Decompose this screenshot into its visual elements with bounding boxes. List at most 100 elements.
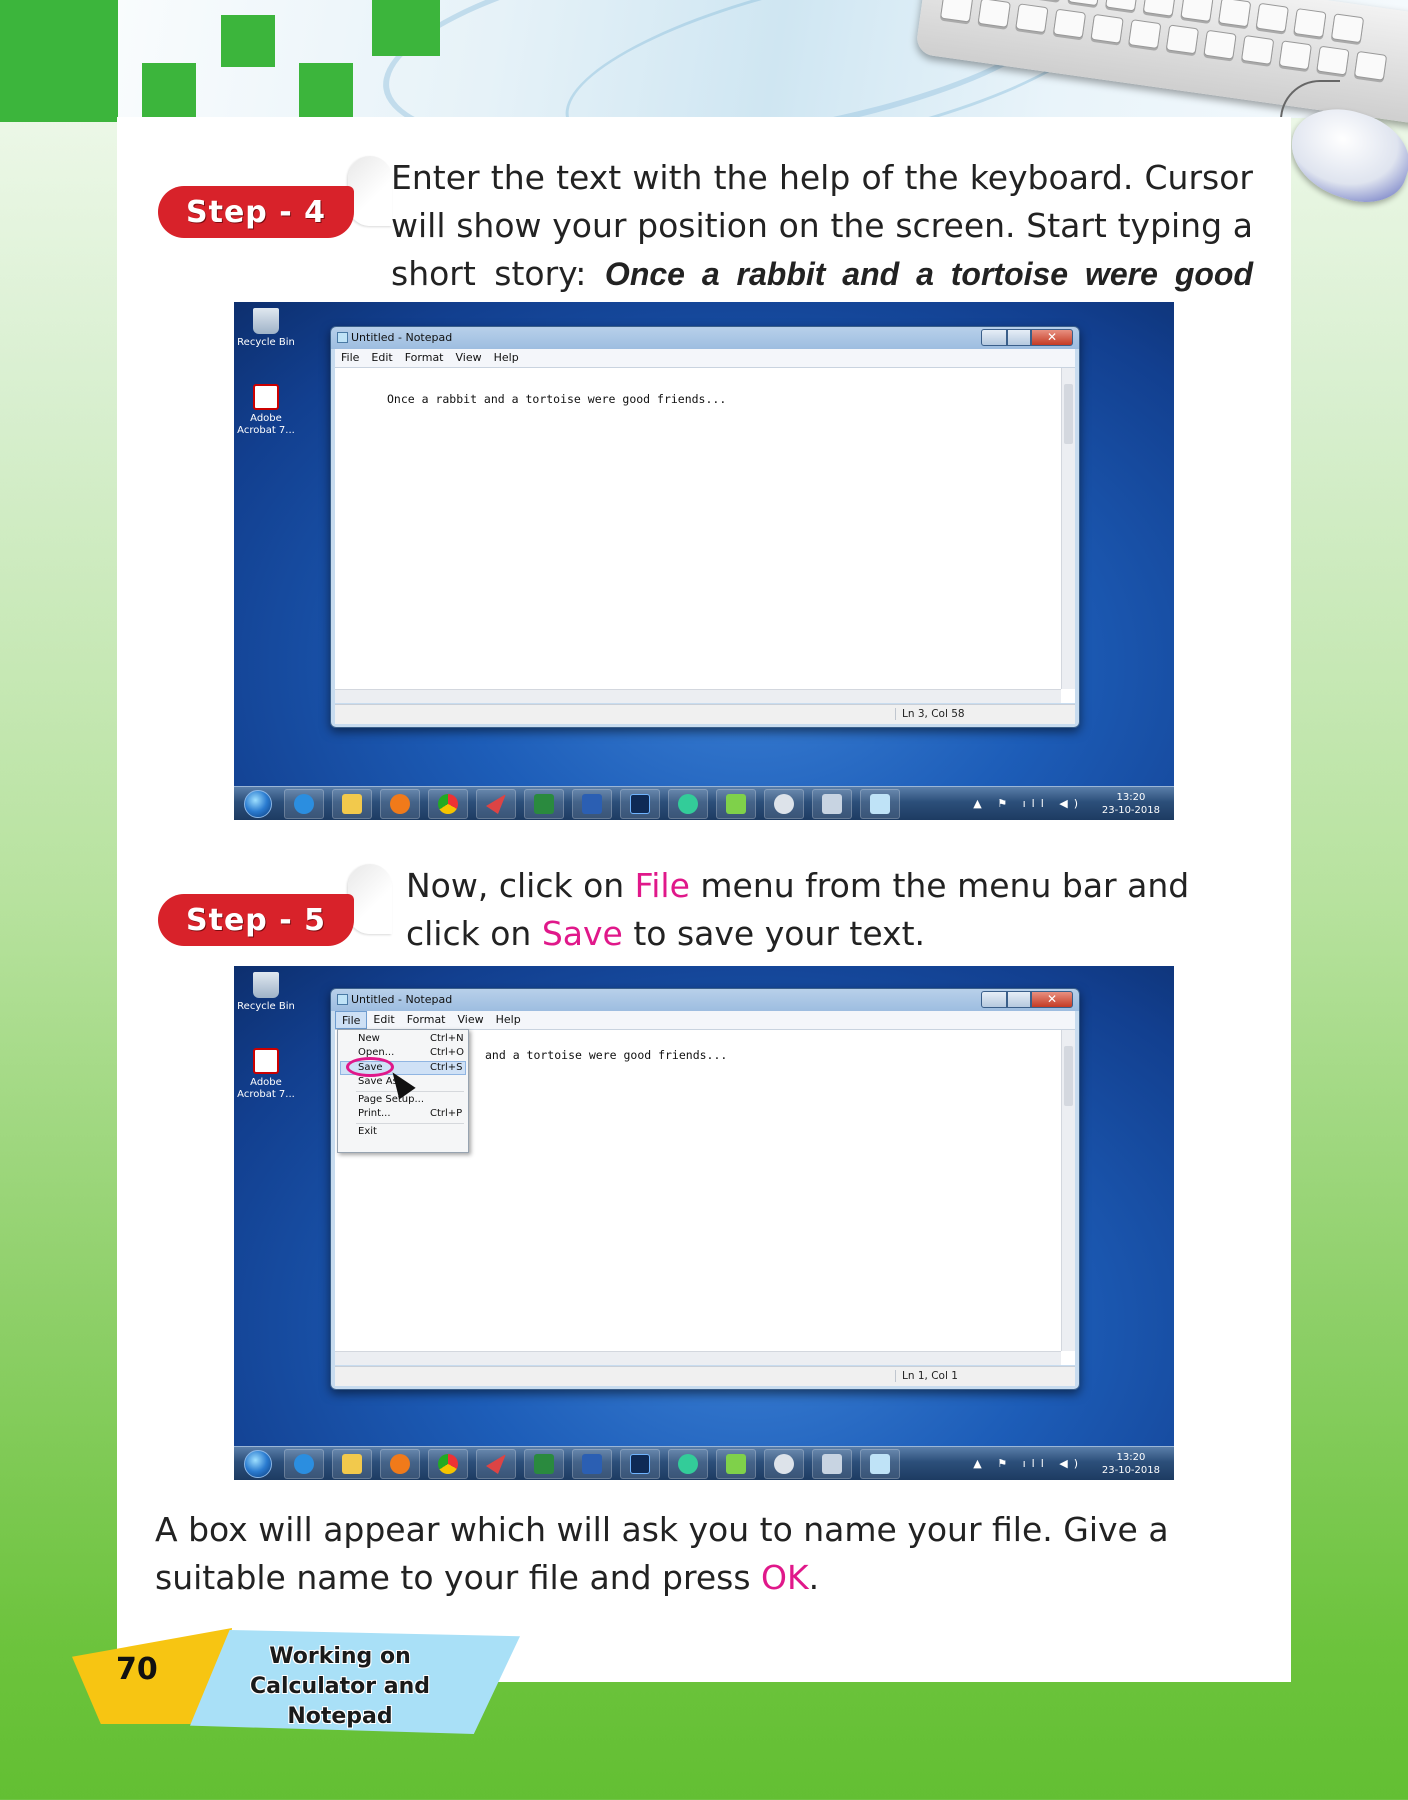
notepad-taskbar-icon[interactable] [860, 789, 900, 819]
green-corner-block [0, 0, 118, 122]
window-controls: ✕ [981, 991, 1073, 1008]
clock[interactable]: 13:20 23-10-2018 [1102, 791, 1160, 817]
window-controls: ✕ [981, 329, 1073, 346]
notepad-icon [337, 332, 348, 343]
notepad-window: Untitled - Notepad ✕ File Edit Format Vi… [330, 988, 1080, 1390]
chapter-title: Working on Calculator and Notepad [249, 1644, 431, 1729]
page-number: 70 [116, 1652, 158, 1687]
green-square-decoration [372, 0, 440, 56]
menu-item-page-setup[interactable]: Page Setup... [358, 1094, 460, 1108]
ie-icon[interactable] [284, 1449, 324, 1479]
adobe-acrobat-icon: Adobe Acrobat 7... [236, 1048, 296, 1101]
close-button[interactable]: ✕ [1031, 329, 1073, 346]
recycle-bin-icon: Recycle Bin [236, 308, 296, 349]
app-icon[interactable] [476, 789, 516, 819]
notepad-screenshot-file-menu: Recycle Bin Adobe Acrobat 7... Untitled … [234, 966, 1174, 1480]
ie-icon[interactable] [284, 789, 324, 819]
file-keyword: File [634, 866, 690, 905]
app-icon[interactable] [764, 1449, 804, 1479]
menu-separator [356, 1123, 464, 1124]
menu-bar: File Edit Format View Help [335, 1011, 1075, 1029]
status-bar: Ln 3, Col 58 [335, 704, 1075, 724]
close-button[interactable]: ✕ [1031, 991, 1073, 1008]
minimize-button[interactable] [981, 991, 1007, 1008]
page-curl-decoration [348, 156, 392, 226]
start-button[interactable] [244, 790, 272, 818]
photoshop-icon[interactable] [620, 789, 660, 819]
app-icon[interactable] [716, 1449, 756, 1479]
taskbar: ▲ ⚑ ıll ◀) 13:20 23-10-2018 [234, 786, 1174, 820]
menu-item-exit[interactable]: Exit [358, 1126, 460, 1140]
vertical-scrollbar[interactable] [1061, 1030, 1075, 1351]
maximize-button[interactable] [1007, 329, 1031, 346]
system-tray-icons[interactable]: ▲ ⚑ ıll ◀) [973, 797, 1084, 810]
menu-item-new[interactable]: New Ctrl+N [358, 1033, 464, 1047]
window-title: Untitled - Notepad [351, 993, 453, 1006]
system-tray-icons[interactable]: ▲ ⚑ ıll ◀) [973, 1457, 1084, 1470]
notepad-taskbar-icon[interactable] [860, 1449, 900, 1479]
notepad-screenshot-typing: Recycle Bin Adobe Acrobat 7... Untitled … [234, 302, 1174, 820]
typed-text: Once a rabbit and a tortoise were good f… [387, 392, 727, 406]
minimize-button[interactable] [981, 329, 1007, 346]
horizontal-scrollbar[interactable] [335, 689, 1061, 703]
menu-file[interactable]: File [335, 1011, 368, 1029]
chrome-icon[interactable] [428, 1449, 468, 1479]
photoshop-icon[interactable] [620, 1449, 660, 1479]
file-menu-dropdown: New Ctrl+N Open... Ctrl+O Save Ctrl+S Save … [337, 1029, 469, 1153]
word-icon[interactable] [572, 1449, 612, 1479]
media-player-icon[interactable] [380, 789, 420, 819]
save-keyword: Save [541, 914, 623, 953]
excel-icon[interactable] [524, 789, 564, 819]
cursor-position: Ln 3, Col 58 [895, 708, 965, 720]
highlight-circle [346, 1057, 394, 1077]
menu-help[interactable]: Help [488, 349, 525, 367]
final-instruction: A box will appear which will ask you to … [155, 1510, 1169, 1597]
menu-format[interactable]: Format [399, 349, 450, 367]
excel-icon[interactable] [524, 1449, 564, 1479]
ok-keyword: OK [761, 1558, 809, 1597]
menu-help[interactable]: Help [490, 1011, 527, 1029]
menu-bar: File Edit Format View Help [335, 349, 1075, 367]
app-icon[interactable] [764, 789, 804, 819]
folder-icon[interactable] [332, 789, 372, 819]
paint-icon[interactable] [668, 1449, 708, 1479]
recycle-bin-icon: Recycle Bin [236, 972, 296, 1013]
menu-edit[interactable]: Edit [367, 1011, 400, 1029]
folder-icon[interactable] [332, 1449, 372, 1479]
menu-format[interactable]: Format [401, 1011, 452, 1029]
green-square-decoration [221, 15, 275, 67]
menu-file[interactable]: File [335, 349, 365, 367]
typed-text: and a tortoise were good friends... [485, 1048, 728, 1062]
green-square-decoration [299, 63, 353, 119]
window-title: Untitled - Notepad [351, 331, 453, 344]
step-4-badge: Step - 4 [158, 186, 354, 238]
notepad-icon [337, 994, 348, 1005]
text-editor-area[interactable]: Once a rabbit and a tortoise were good f… [335, 367, 1075, 703]
menu-view[interactable]: View [450, 349, 488, 367]
step-5-instruction: Now, click on File menu from the menu ba… [406, 866, 1190, 953]
app-icon[interactable] [476, 1449, 516, 1479]
cursor-position: Ln 1, Col 1 [895, 1370, 958, 1382]
maximize-button[interactable] [1007, 991, 1031, 1008]
calculator-icon[interactable] [812, 1449, 852, 1479]
adobe-acrobat-icon: Adobe Acrobat 7... [236, 384, 296, 437]
media-player-icon[interactable] [380, 1449, 420, 1479]
clock[interactable]: 13:20 23-10-2018 [1102, 1451, 1160, 1477]
page-curl-decoration [348, 864, 392, 934]
notepad-window: Untitled - Notepad ✕ File Edit Format Vi… [330, 326, 1080, 728]
chrome-icon[interactable] [428, 789, 468, 819]
menu-view[interactable]: View [452, 1011, 490, 1029]
menu-item-print[interactable]: Print... Ctrl+P [358, 1108, 462, 1122]
taskbar: ▲ ⚑ ıll ◀) 13:20 23-10-2018 [234, 1446, 1174, 1480]
green-square-decoration [142, 63, 196, 119]
app-icon[interactable] [716, 789, 756, 819]
status-bar: Ln 1, Col 1 [335, 1366, 1075, 1386]
calculator-icon[interactable] [812, 789, 852, 819]
vertical-scrollbar[interactable] [1061, 368, 1075, 689]
menu-edit[interactable]: Edit [365, 349, 398, 367]
step-5-badge: Step - 5 [158, 894, 354, 946]
start-button[interactable] [244, 1450, 272, 1478]
paint-icon[interactable] [668, 789, 708, 819]
horizontal-scrollbar[interactable] [335, 1351, 1061, 1365]
word-icon[interactable] [572, 789, 612, 819]
